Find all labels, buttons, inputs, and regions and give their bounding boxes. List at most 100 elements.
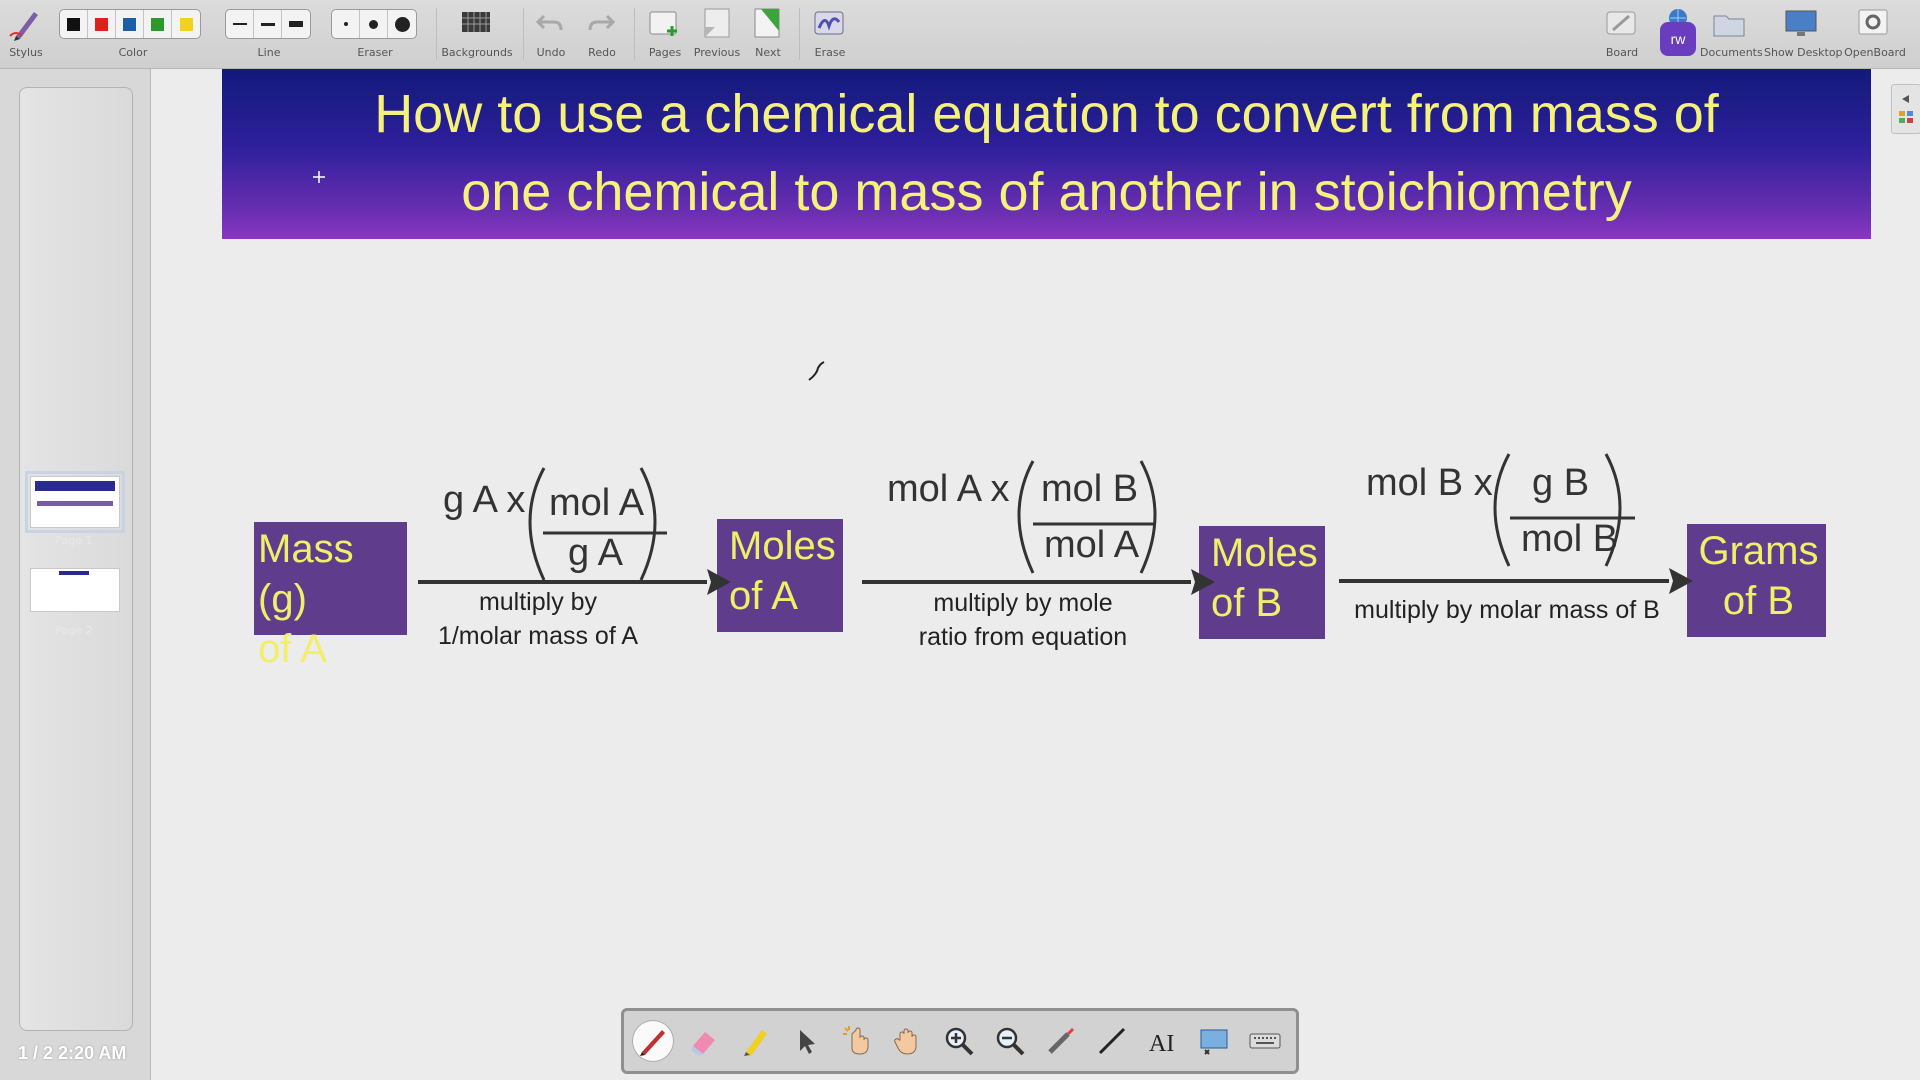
thumbnail-panel[interactable]: Page 1 Page 2 <box>19 87 133 1031</box>
pen-tool-button[interactable] <box>632 1020 674 1062</box>
pen-icon <box>640 1030 665 1056</box>
capture-tool-button[interactable] <box>1193 1020 1235 1062</box>
eraser-icon <box>691 1032 715 1056</box>
eraser-small-button[interactable] <box>332 10 360 38</box>
backgrounds-button[interactable] <box>456 6 498 42</box>
caption-line: multiply by <box>478 588 598 616</box>
svg-text:AI: AI <box>1149 1031 1174 1057</box>
hand-icon <box>894 1028 917 1055</box>
stylus-label: Stylus <box>9 46 43 59</box>
page-thumbnail-2[interactable] <box>30 568 120 612</box>
step-2-prefix: mol A x <box>887 468 1010 510</box>
pages-label: Pages <box>648 46 682 59</box>
line-width-picker <box>225 9 311 39</box>
board-label: Board <box>1605 46 1639 59</box>
next-button[interactable] <box>747 6 789 42</box>
toolbar-divider <box>799 8 800 60</box>
gear-icon <box>1858 9 1888 35</box>
toolbar-divider <box>634 8 635 60</box>
color-label: Color <box>118 46 148 59</box>
add-page-icon <box>649 11 677 36</box>
show-desktop-button[interactable] <box>1781 6 1823 42</box>
previous-label: Previous <box>693 46 741 59</box>
line-label: Line <box>257 46 281 59</box>
toolbar-divider <box>523 8 524 60</box>
app-launcher-button[interactable]: rw <box>1658 6 1698 58</box>
previous-button[interactable] <box>696 6 738 42</box>
laser-pointer-tool-button[interactable] <box>1040 1020 1082 1062</box>
step-2-denominator: mol A <box>1044 524 1140 566</box>
zoom-in-icon <box>945 1027 974 1056</box>
color-black-button[interactable] <box>60 10 88 38</box>
laser-pointer-icon <box>1048 1027 1075 1054</box>
line-thin-button[interactable] <box>226 10 254 38</box>
color-picker <box>59 9 201 39</box>
tool-palette: AI <box>621 1008 1299 1074</box>
bracket-2-right <box>1139 460 1157 574</box>
interact-tool-button[interactable] <box>836 1020 878 1062</box>
text-tool-button[interactable]: AI <box>1142 1020 1184 1062</box>
step-2-numerator: mol B <box>1041 468 1139 510</box>
library-icon <box>1899 111 1913 123</box>
capture-icon <box>1200 1029 1228 1055</box>
openboard-menu-button[interactable] <box>1853 6 1895 42</box>
undo-button[interactable] <box>530 6 572 42</box>
color-yellow-button[interactable] <box>172 10 200 38</box>
clock: 2:20 AM <box>58 1043 127 1063</box>
board-icon <box>1606 11 1636 35</box>
eraser-tool-button[interactable] <box>683 1020 725 1062</box>
bracket-3-left <box>1493 453 1511 567</box>
step-3-numerator: g B <box>1532 462 1590 504</box>
stylus-button[interactable] <box>6 6 48 42</box>
interact-icon <box>843 1026 869 1055</box>
eraser-medium-button[interactable] <box>360 10 388 38</box>
diagram-arrows <box>418 453 1693 595</box>
arrow-1-head <box>707 569 731 595</box>
backgrounds-grid-icon <box>462 12 490 32</box>
page-thumbnail-1[interactable] <box>25 471 125 533</box>
folder-icon <box>1713 15 1745 37</box>
erase-button[interactable] <box>809 6 851 42</box>
page-thumbnail-label: Page 1 <box>55 534 93 547</box>
highlighter-tool-button[interactable] <box>734 1020 776 1062</box>
openboard-label: OpenBoard <box>1844 46 1906 59</box>
line-thick-button[interactable] <box>282 10 310 38</box>
pages-button[interactable] <box>644 6 686 42</box>
caption-line: multiply by molar mass of B <box>1354 596 1660 624</box>
step-2-caption: multiply by mole ratio from equation <box>863 586 1183 654</box>
previous-page-icon <box>704 8 730 38</box>
selector-icon <box>800 1030 815 1054</box>
zoom-out-tool-button[interactable] <box>989 1020 1031 1062</box>
eraser-large-button[interactable] <box>388 10 416 38</box>
erase-label: Erase <box>814 46 846 59</box>
next-page-icon <box>754 8 780 38</box>
color-green-button[interactable] <box>144 10 172 38</box>
documents-label: Documents <box>1700 46 1763 59</box>
selector-tool-button[interactable] <box>785 1020 827 1062</box>
virtual-keyboard-button[interactable] <box>1244 1020 1286 1062</box>
keyboard-icon <box>1249 1033 1281 1049</box>
color-red-button[interactable] <box>88 10 116 38</box>
page-counter: 1 / 2 <box>18 1043 54 1063</box>
library-panel-toggle[interactable] <box>1891 84 1920 134</box>
step-1-numerator: mol A <box>549 482 645 524</box>
caption-line: ratio from equation <box>918 623 1128 651</box>
erase-board-icon <box>814 11 844 35</box>
redo-button[interactable] <box>581 6 623 42</box>
documents-button[interactable] <box>1709 6 1751 42</box>
zoom-in-tool-button[interactable] <box>938 1020 980 1062</box>
highlighter-icon <box>744 1030 767 1056</box>
line-medium-button[interactable] <box>254 10 282 38</box>
undo-icon <box>535 14 563 31</box>
arrow-3-head <box>1669 568 1693 594</box>
stylus-icon <box>9 12 38 41</box>
board-button[interactable] <box>1601 6 1643 42</box>
undo-label: Undo <box>536 46 566 59</box>
line-tool-button[interactable] <box>1091 1020 1133 1062</box>
whiteboard-canvas[interactable]: How to use a chemical equation to conver… <box>151 69 1891 1080</box>
color-blue-button[interactable] <box>116 10 144 38</box>
hand-tool-button[interactable] <box>887 1020 929 1062</box>
backgrounds-label: Backgrounds <box>441 46 513 59</box>
page-thumbnails-sidebar: Page 1 Page 2 1 / 2 2:20 AM <box>0 69 151 1080</box>
redo-icon <box>588 14 616 31</box>
